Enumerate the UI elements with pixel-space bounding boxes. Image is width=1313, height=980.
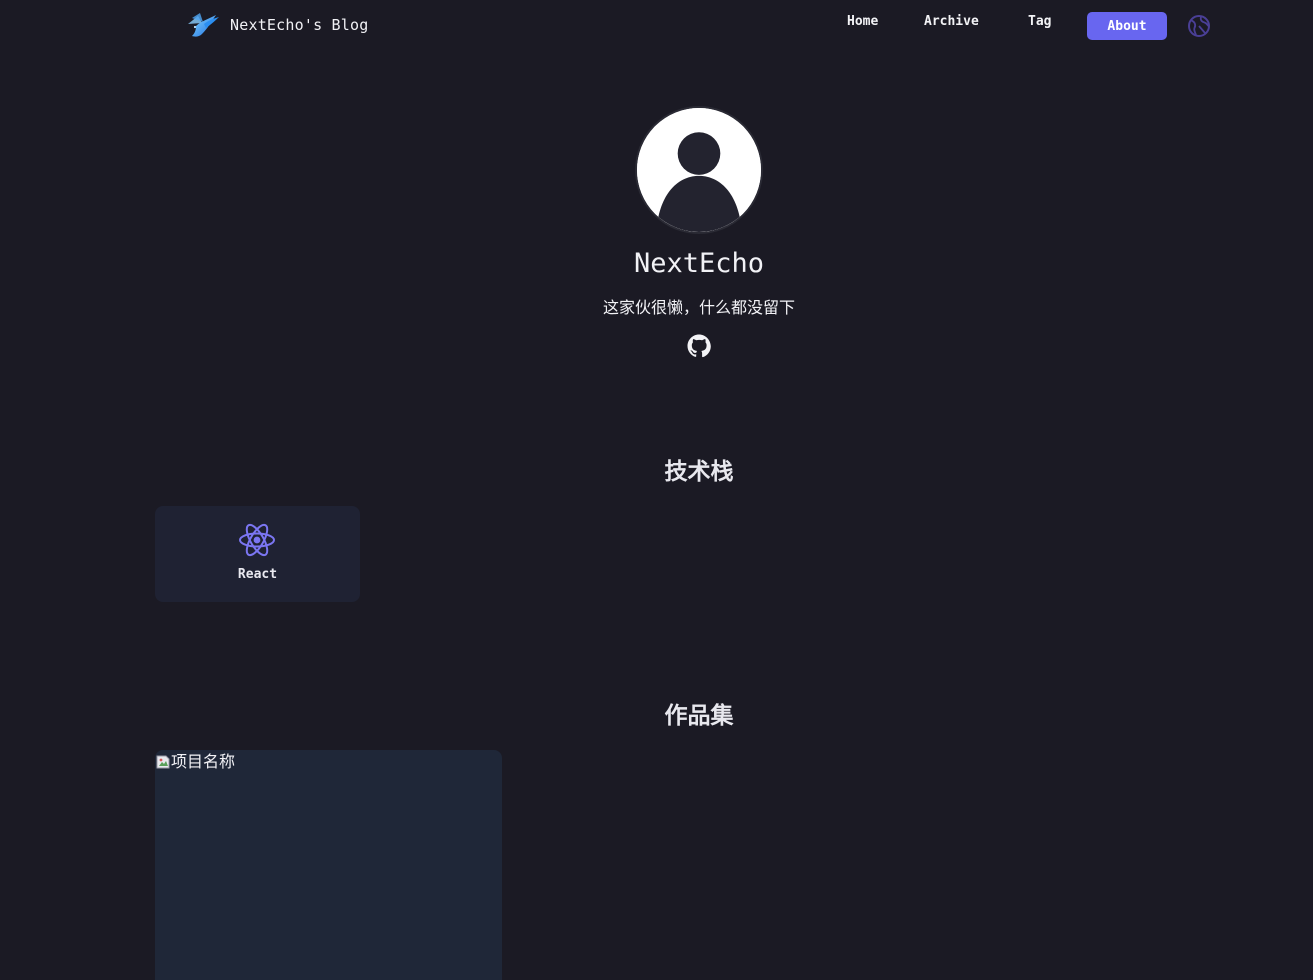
- portfolio-title: 作品集: [664, 703, 734, 729]
- avatar: [635, 106, 763, 234]
- project-card[interactable]: 项目名称: [155, 750, 502, 980]
- broken-image-icon: [156, 755, 170, 769]
- tech-label: React: [237, 567, 278, 582]
- project-image-alt: 项目名称: [171, 752, 236, 771]
- default-user-avatar: [637, 108, 761, 232]
- nav-tag-link[interactable]: Tag: [1028, 14, 1051, 29]
- nav-archive-link[interactable]: Archive: [924, 14, 979, 29]
- profile-bio: 这家伙很懒，什么都没留下: [602, 298, 795, 317]
- react-icon: [239, 523, 275, 557]
- nav-home-link[interactable]: Home: [847, 14, 878, 29]
- tech-stack-title: 技术栈: [664, 459, 734, 485]
- project-image: 项目名称: [155, 753, 235, 771]
- globe-icon[interactable]: [1187, 14, 1211, 38]
- tech-card-react[interactable]: React: [155, 506, 360, 602]
- bird-logo-icon: [188, 13, 219, 37]
- github-icon[interactable]: [687, 334, 711, 358]
- site-title: NextEcho's Blog: [230, 16, 369, 34]
- nav-about-link[interactable]: About: [1087, 12, 1167, 40]
- profile-name: NextEcho: [633, 248, 765, 279]
- site-brand[interactable]: NextEcho's Blog: [186, 10, 368, 40]
- top-navbar: NextEcho's Blog Home Archive Tag About: [0, 0, 1313, 52]
